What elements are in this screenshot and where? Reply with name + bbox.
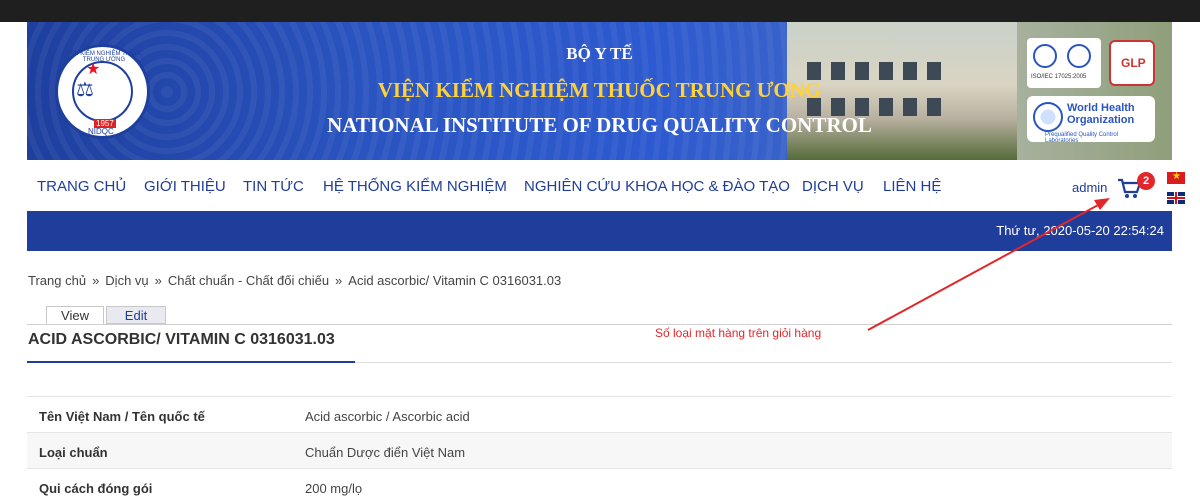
table-row: Loại chuẩn Chuẩn Dược điển Việt Nam: [27, 432, 1172, 468]
nav-item-services[interactable]: DỊCH VỤ: [802, 178, 864, 195]
who-badge-subtitle: Prequalified Quality Control Laboratorie…: [1045, 132, 1119, 144]
who-line1: World Health: [1067, 102, 1135, 114]
uk-flag-icon[interactable]: [1167, 192, 1185, 204]
page-title: ACID ASCORBIC/ VITAMIN C 0316031.03: [28, 331, 335, 348]
nav-item-news[interactable]: TIN TỨC: [243, 178, 304, 195]
title-divider: [355, 362, 1172, 363]
who-badge-title: World Health Organization: [1067, 102, 1153, 126]
browser-top-bar: [0, 0, 1200, 22]
main-nav: TRANG CHỦ GIỚI THIỆU TIN TỨC HỆ THỐNG KI…: [27, 170, 1185, 206]
breadcrumb-services[interactable]: Dịch vụ: [105, 273, 148, 288]
table-row: Qui cách đóng gói 200 mg/lọ: [27, 468, 1172, 504]
product-details-table: Tên Việt Nam / Tên quốc tế Acid ascorbic…: [27, 396, 1172, 504]
breadcrumb-separator: »: [154, 273, 162, 288]
detail-value: Chuẩn Dược điển Việt Nam: [305, 445, 466, 460]
breadcrumb-reference-standards[interactable]: Chất chuẩn - Chất đối chiếu: [168, 273, 329, 288]
glp-badge-text: GLP: [1121, 56, 1146, 70]
nav-item-about[interactable]: GIỚI THIỆU: [144, 178, 226, 195]
table-row: Tên Việt Nam / Tên quốc tế Acid ascorbic…: [27, 396, 1172, 432]
certification-badges: ISO/IEC 17025:2005 GLP: [1027, 38, 1157, 88]
institute-title-en: NATIONAL INSTITUTE OF DRUG QUALITY CONTR…: [327, 113, 872, 137]
who-badge: World Health Organization Prequalified Q…: [1027, 96, 1155, 144]
who-globe-icon: [1033, 102, 1063, 132]
tab-edit[interactable]: Edit: [106, 306, 166, 324]
nav-item-contact[interactable]: LIÊN HỆ: [883, 178, 941, 195]
breadcrumb-separator: »: [92, 273, 100, 288]
current-datetime: Thứ tư, 2020-05-20 22:54:24: [996, 223, 1164, 238]
iso-badge-text: ISO/IEC 17025:2005: [1031, 74, 1087, 80]
nav-item-testing-system[interactable]: HỆ THỐNG KIỂM NGHIỆM: [323, 178, 507, 195]
breadcrumb: Trang chủ » Dịch vụ » Chất chuẩn - Chất đối …: [28, 273, 561, 288]
nav-item-home[interactable]: TRANG CHỦ: [37, 178, 126, 195]
cart-count-badge[interactable]: 2: [1137, 172, 1155, 190]
site-banner: VIỆN KIỂM NGHIỆM THUỐC TRUNG ƯƠNG ★ ⚖ 19…: [27, 22, 1172, 160]
date-bar: Thứ tư, 2020-05-20 22:54:24: [27, 211, 1172, 251]
breadcrumb-separator: »: [335, 273, 343, 288]
iso-badge: ISO/IEC 17025:2005: [1027, 38, 1101, 88]
cert-seal-icon: [1067, 44, 1091, 68]
vietnam-flag-icon[interactable]: ★: [1167, 171, 1185, 184]
glp-badge: GLP: [1109, 40, 1155, 86]
tab-view[interactable]: View: [46, 306, 104, 324]
title-underline: [27, 361, 355, 363]
detail-label: Qui cách đóng gói: [39, 481, 153, 496]
detail-value: 200 mg/lọ: [305, 481, 363, 496]
breadcrumb-current: Acid ascorbic/ Vitamin C 0316031.03: [348, 273, 562, 288]
cert-seal-icon: [1033, 44, 1057, 68]
cart-annotation: Số loại mặt hàng trên giỏi hàng: [655, 326, 822, 340]
user-link[interactable]: admin: [1072, 180, 1107, 195]
nav-item-research-training[interactable]: NGHIÊN CỨU KHOA HỌC & ĐÀO TẠO: [524, 178, 790, 195]
detail-label: Tên Việt Nam / Tên quốc tế: [39, 409, 205, 424]
who-line2: Organization: [1067, 114, 1135, 126]
tabs-divider: [27, 324, 1172, 325]
breadcrumb-home[interactable]: Trang chủ: [28, 273, 86, 288]
detail-label: Loại chuẩn: [39, 445, 108, 460]
ministry-title: BỘ Y TẾ: [566, 44, 633, 63]
institute-title-vn: VIỆN KIỂM NGHIỆM THUỐC TRUNG ƯƠNG: [377, 78, 822, 102]
detail-value: Acid ascorbic / Ascorbic acid: [305, 409, 470, 424]
